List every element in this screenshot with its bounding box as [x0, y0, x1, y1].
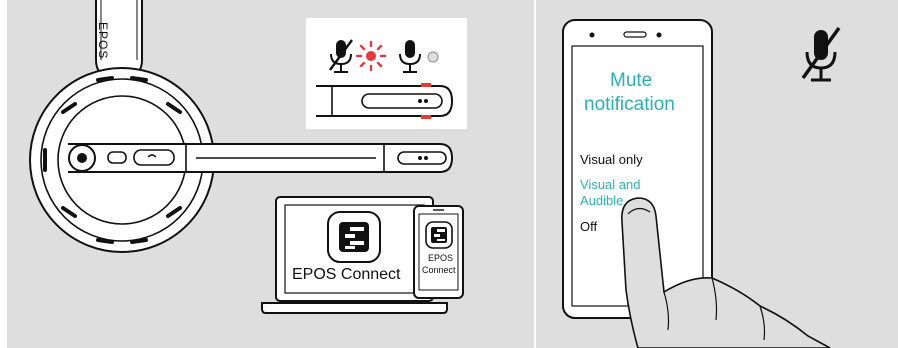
corner-mic-muted-icon — [801, 26, 841, 82]
illustration: EPOS EPOS Connect EPOS Connect Mute noti… — [0, 0, 898, 348]
